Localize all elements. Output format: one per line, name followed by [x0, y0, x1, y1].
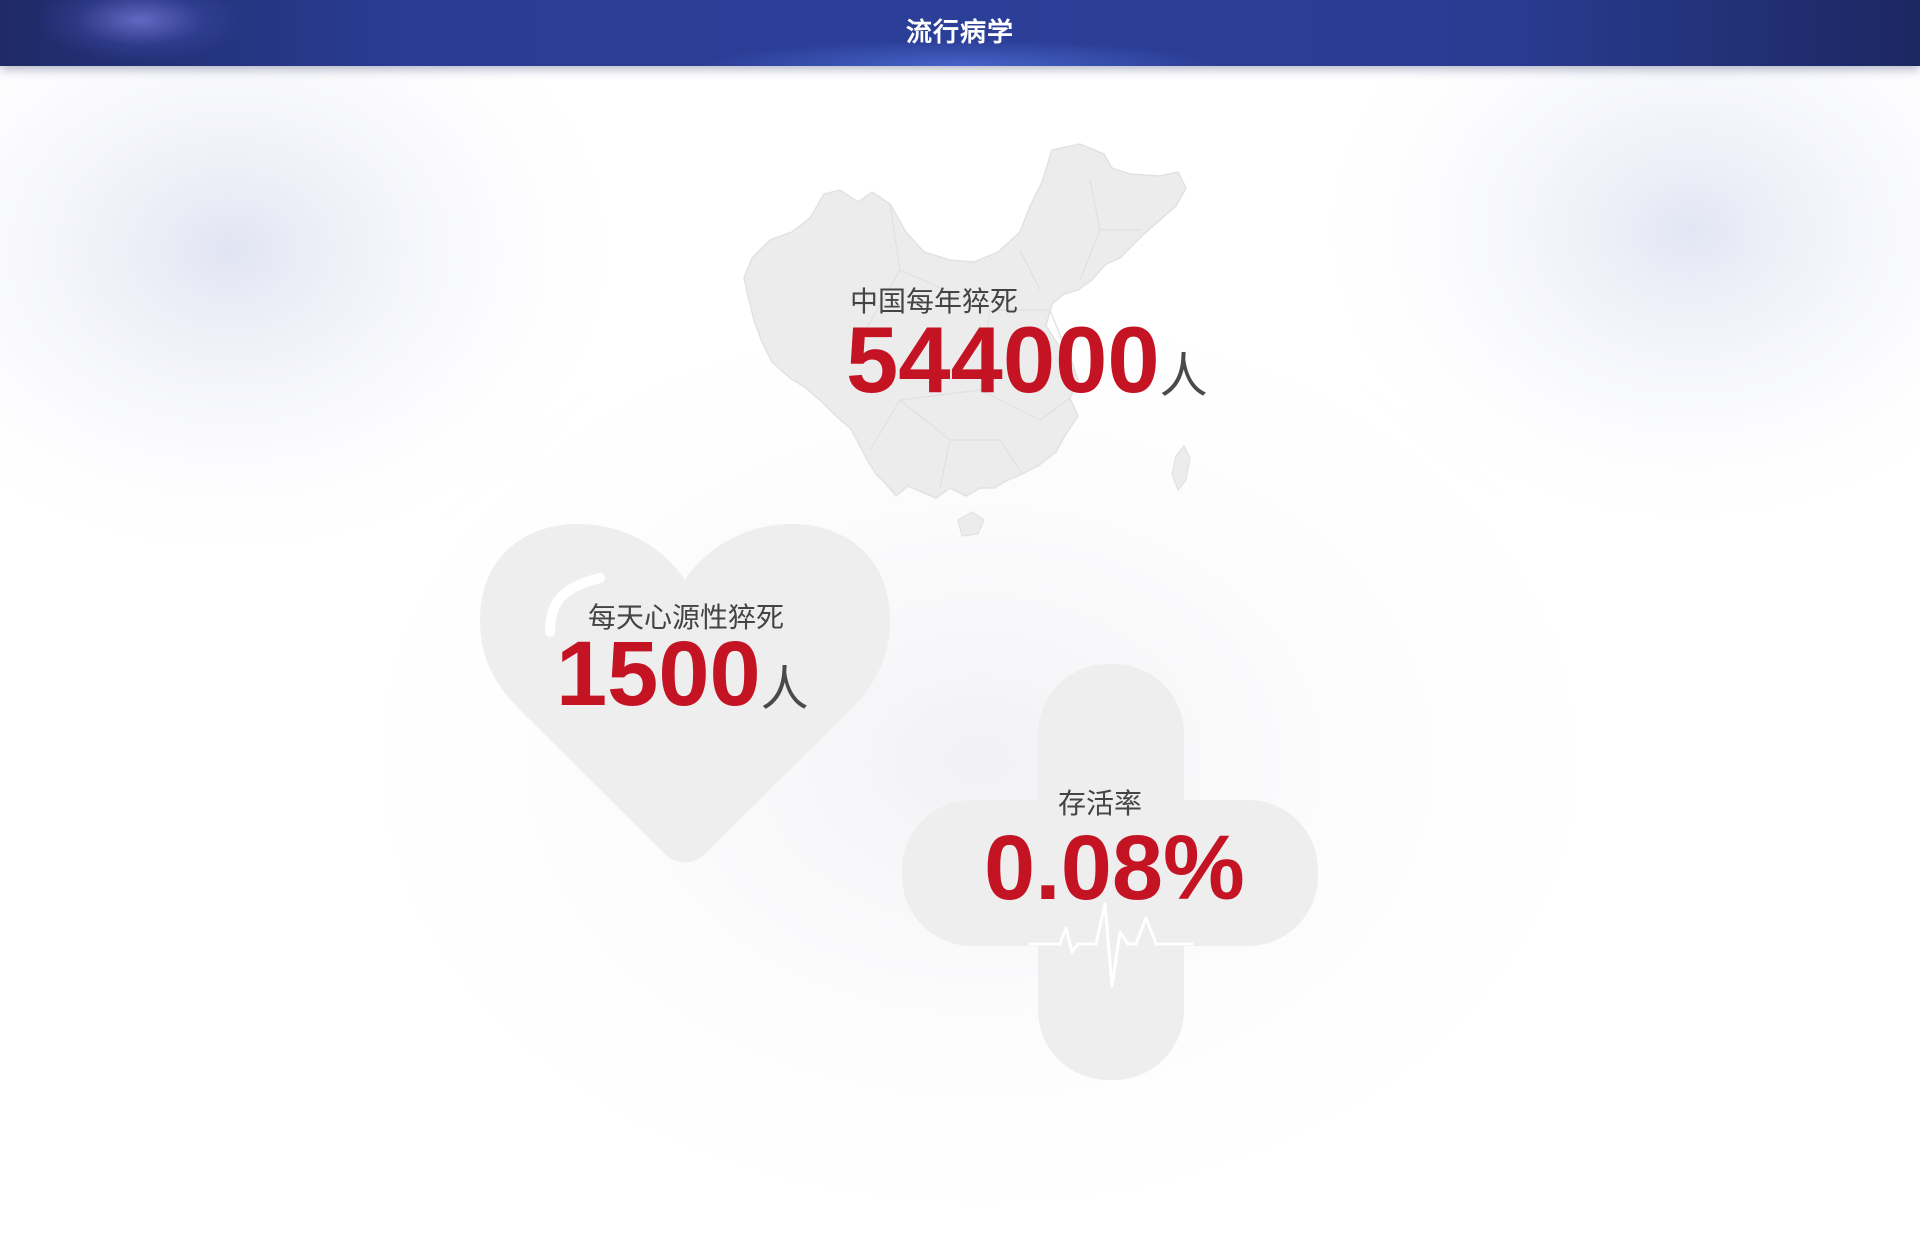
daily-cardiac-value: 1500人: [556, 622, 809, 727]
china-yearly-value: 544000人: [846, 306, 1208, 414]
page-title: 流行病学: [905, 18, 1014, 48]
daily-cardiac-number: 1500: [556, 623, 761, 725]
survival-rate-number: 0.08%: [984, 817, 1245, 919]
survival-rate-value: 0.08%: [984, 816, 1245, 921]
china-yearly-unit: 人: [1159, 348, 1208, 404]
header-bar: 流行病学: [0, 0, 1920, 66]
daily-cardiac-unit: 人: [760, 661, 809, 717]
china-yearly-number: 544000: [846, 307, 1160, 412]
